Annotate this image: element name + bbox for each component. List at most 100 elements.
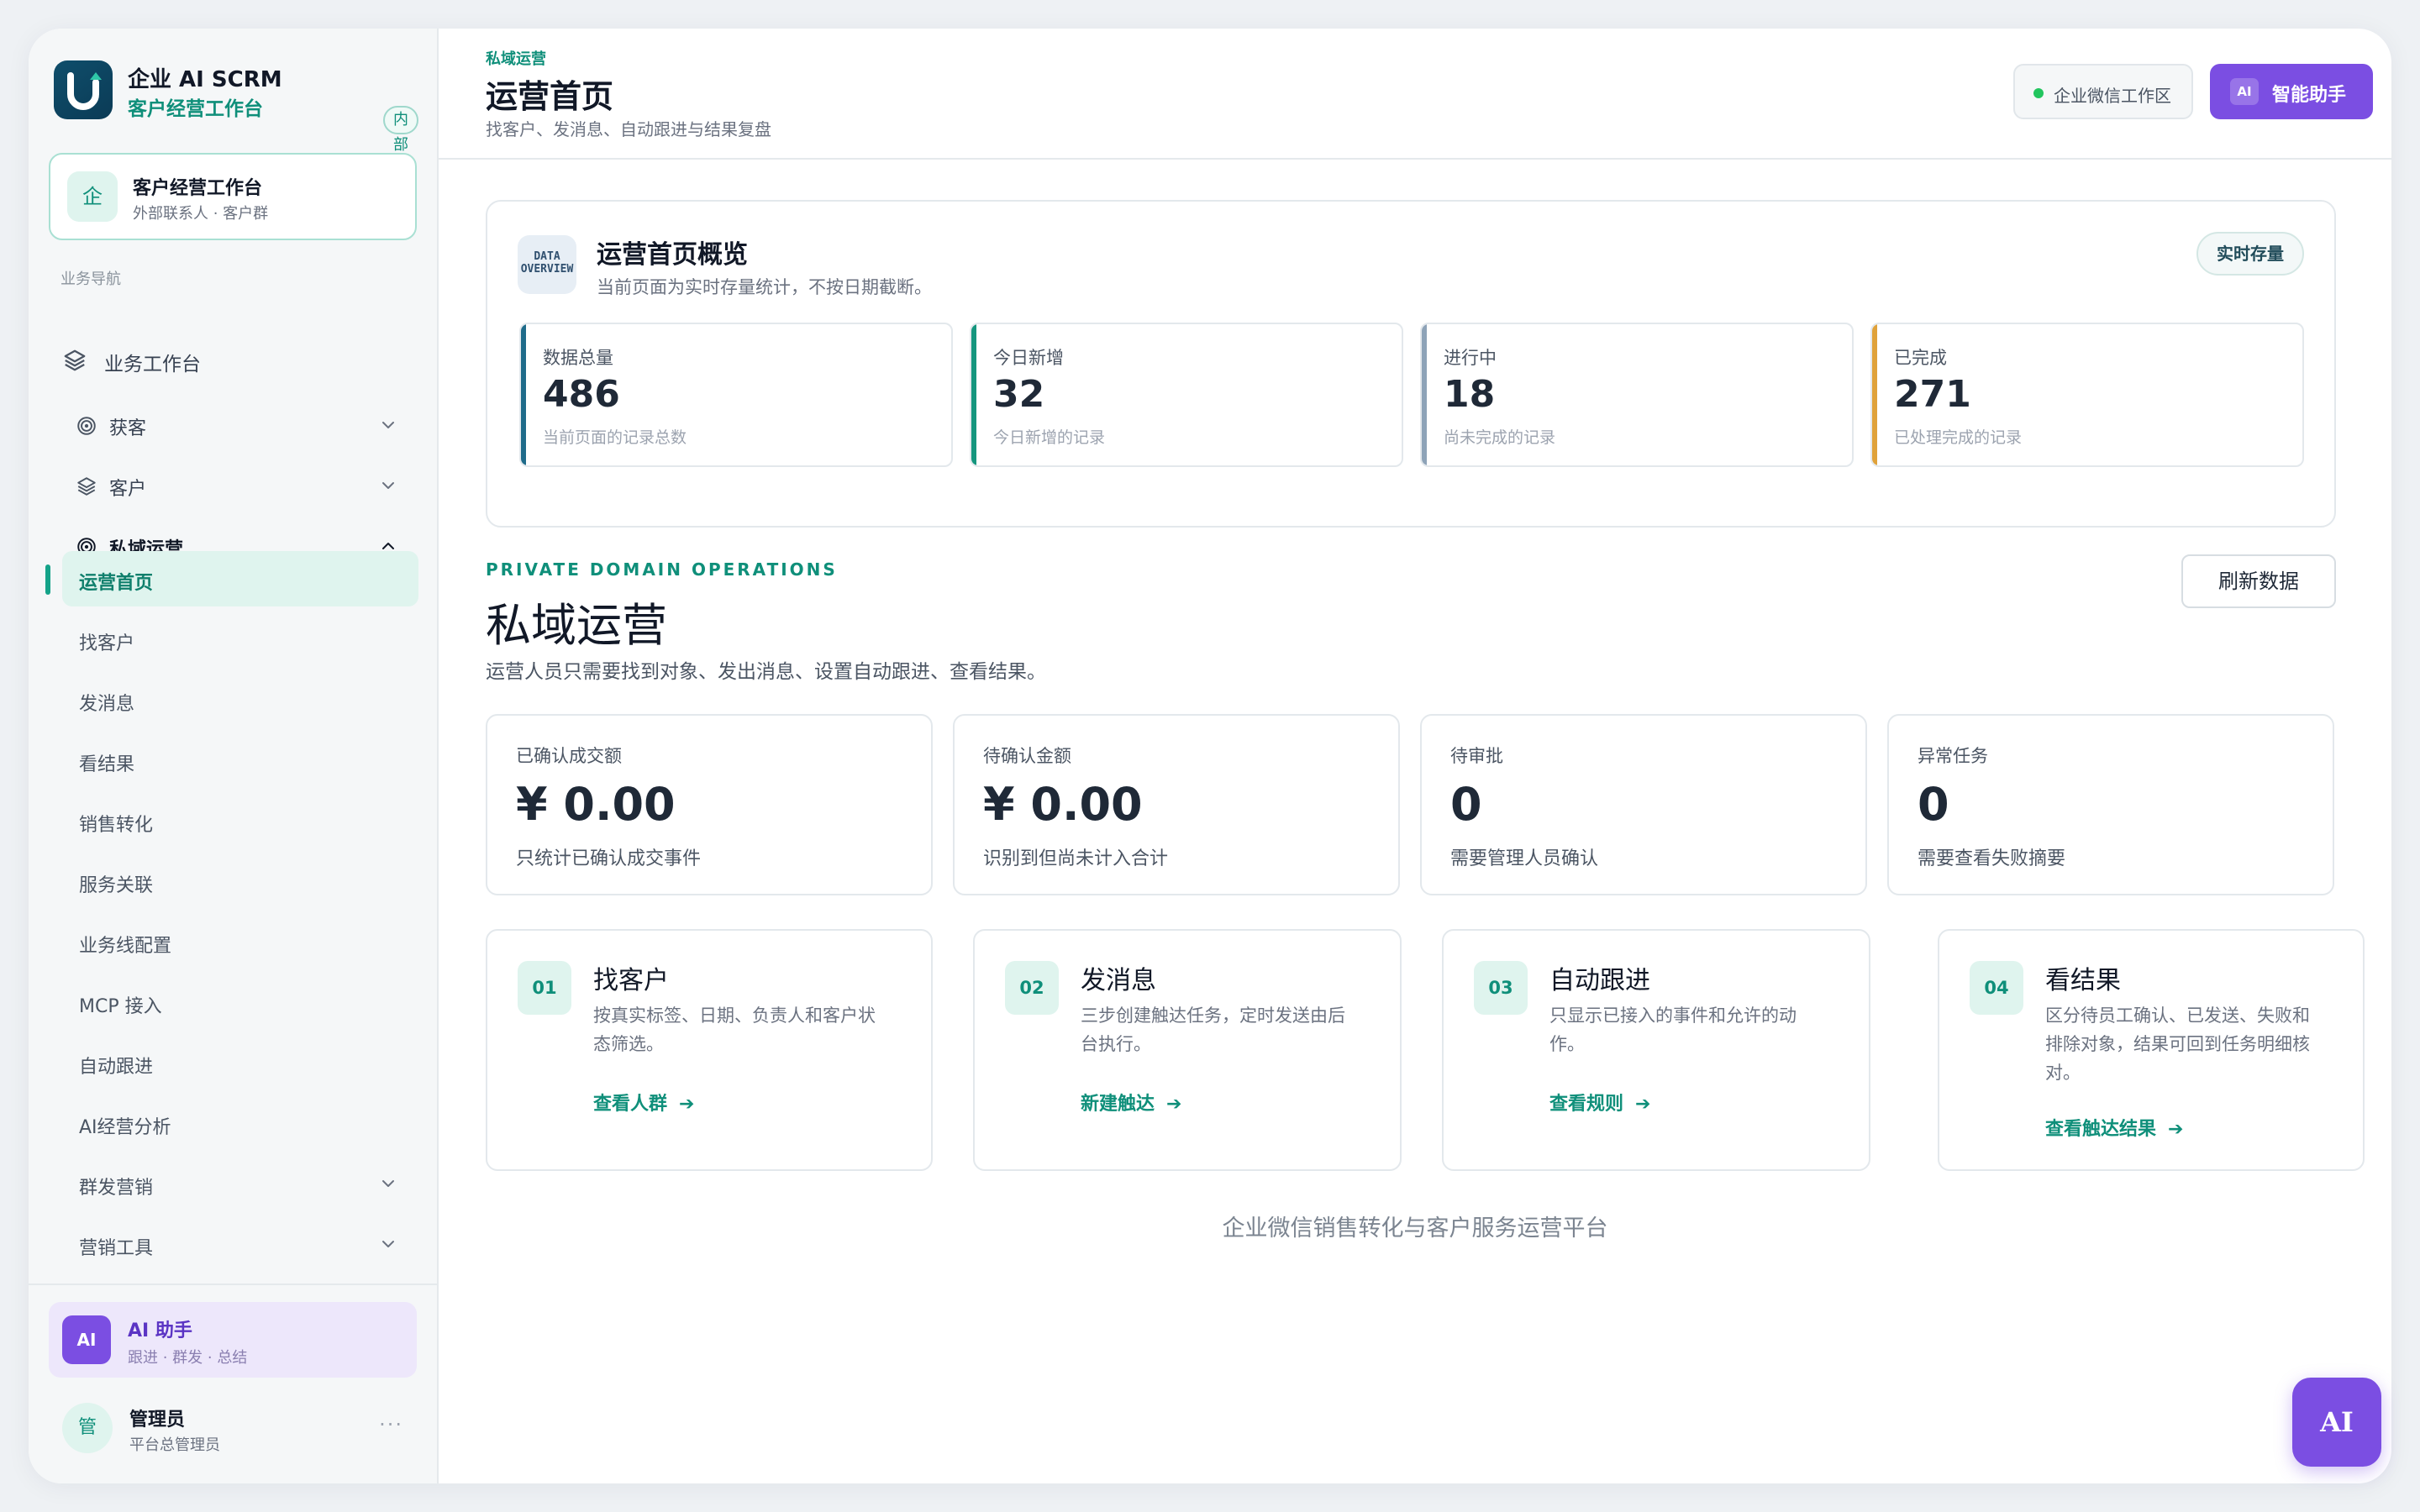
sidebar-item-label: 群发营销 — [79, 1178, 154, 1199]
stat-note: 尚未完成的记录 — [1444, 428, 1556, 447]
layers-icon — [77, 477, 96, 496]
kpi-note: 只统计已确认成交事件 — [516, 848, 702, 869]
description-line: 对。 — [2045, 1063, 2081, 1083]
sidebar-item-find-customers[interactable]: 找客户 — [62, 612, 418, 667]
footer-text: 企业微信销售转化与客户服务运营平台 — [1222, 1215, 1608, 1242]
target-icon — [77, 417, 96, 435]
stat-value: 486 — [543, 373, 620, 416]
nav-section-label: 业务导航 — [60, 270, 121, 288]
overview-title: 运营首页概览 — [597, 240, 748, 270]
sidebar-group-acquisition[interactable]: 获客 — [62, 400, 415, 450]
view-audience-link[interactable]: 查看人群 ➔ — [593, 1089, 694, 1116]
description-line: 按真实标签、日期、负责人和客户状 — [593, 1005, 876, 1026]
more-options-icon[interactable]: ··· — [379, 1413, 403, 1436]
main-content: 私域运营 运营首页 找客户、发消息、自动跟进与结果复盘 企业微信工作区 AI 智… — [439, 29, 2391, 1483]
step-title: 看结果 — [2045, 966, 2121, 995]
chevron-down-icon — [382, 422, 394, 428]
link-label: 新建触达 — [1081, 1094, 1155, 1115]
stat-label: 今日新增 — [993, 348, 1064, 368]
description-line: 台执行。 — [1081, 1034, 1151, 1054]
kpi-label: 待确认金额 — [983, 746, 1071, 766]
stat-card-total: 数据总量 486 当前页面的记录总数 — [519, 323, 953, 467]
accent-bar — [971, 324, 976, 465]
sidebar-item-label: 找客户 — [79, 633, 135, 654]
sidebar-item-business-workbench[interactable]: 业务工作台 — [62, 334, 415, 385]
internal-badge: 内部 — [383, 106, 418, 154]
arrow-right-icon: ➔ — [679, 1094, 695, 1115]
link-label: 查看规则 — [1549, 1094, 1624, 1115]
realtime-chip[interactable]: 实时存量 — [2196, 232, 2304, 276]
new-outreach-link[interactable]: 新建触达 ➔ — [1081, 1089, 1181, 1116]
icon-text-line: DATA — [534, 250, 560, 263]
view-rules-link[interactable]: 查看规则 ➔ — [1549, 1089, 1650, 1116]
status-dot-icon — [2033, 88, 2044, 98]
sidebar-item-label: 服务关联 — [79, 875, 154, 896]
ai-floating-button[interactable]: AI — [2292, 1378, 2381, 1467]
stat-note: 今日新增的记录 — [993, 428, 1106, 447]
brand-name: 企业 AI SCRM — [128, 67, 282, 92]
description-line: 只显示已接入的事件和允许的动 — [1549, 1005, 1797, 1026]
stat-value: 32 — [993, 373, 1045, 416]
assistant-label: 智能助手 — [2272, 85, 2347, 106]
brand[interactable]: 企业 AI SCRM 客户经营工作台 内部 — [54, 60, 418, 154]
brand-logo-icon — [54, 60, 113, 119]
workspace-env-indicator[interactable]: 企业微信工作区 — [2013, 64, 2193, 119]
page-subtitle: 找客户、发消息、自动跟进与结果复盘 — [486, 119, 771, 139]
stat-label: 进行中 — [1444, 348, 1497, 368]
stat-note: 已处理完成的记录 — [1894, 428, 2023, 447]
sidebar-item-business-line-config[interactable]: 业务线配置 — [62, 914, 418, 969]
kpi-label: 异常任务 — [1918, 746, 1988, 766]
sidebar-item-ops-home[interactable]: 运营首页 — [62, 551, 418, 606]
sidebar-item-label: AI经营分析 — [79, 1117, 171, 1138]
brand-subtitle: 客户经营工作台 — [128, 98, 263, 120]
ai-assistant-card[interactable]: AI AI 助手 跟进 · 群发 · 总结 — [49, 1302, 417, 1378]
chevron-down-icon — [382, 1241, 394, 1247]
sidebar-item-service-link[interactable]: 服务关联 — [62, 853, 418, 909]
refresh-data-button[interactable]: 刷新数据 — [2181, 554, 2336, 608]
sidebar-item-view-results[interactable]: 看结果 — [62, 732, 418, 788]
chevron-down-icon — [382, 1180, 394, 1187]
link-label: 查看人群 — [593, 1094, 668, 1115]
active-indicator — [45, 564, 50, 595]
stat-label: 已完成 — [1894, 348, 1947, 368]
sidebar-item-marketing-tools[interactable]: 营销工具 — [62, 1216, 418, 1272]
stat-value: 271 — [1894, 373, 1971, 416]
layers-icon — [64, 349, 86, 371]
accent-bar — [1872, 324, 1877, 465]
step-description: 按真实标签、日期、负责人和客户状 态筛选。 — [593, 1001, 876, 1058]
sidebar-item-ai-analysis[interactable]: AI经营分析 — [62, 1095, 418, 1151]
sidebar-group-customers[interactable]: 客户 — [62, 460, 415, 511]
sidebar-item-label: 客户 — [109, 479, 147, 500]
stat-label: 数据总量 — [543, 348, 613, 368]
sidebar-item-auto-followup[interactable]: 自动跟进 — [62, 1035, 418, 1090]
section-eyebrow: PRIVATE DOMAIN OPERATIONS — [486, 559, 838, 580]
stat-card-completed: 已完成 271 已处理完成的记录 — [1870, 323, 2304, 467]
sidebar-item-mass-marketing[interactable]: 群发营销 — [62, 1156, 418, 1211]
kpi-value: 0 — [1450, 778, 1482, 831]
user-profile[interactable]: 管 管理员 平台总管理员 ··· — [49, 1394, 417, 1462]
sidebar-item-sales-conversion[interactable]: 销售转化 — [62, 793, 418, 848]
arrow-right-icon: ➔ — [2168, 1119, 2184, 1140]
step-card-send-messages: 02 发消息 三步创建触达任务，定时发送由后 台执行。 新建触达 ➔ — [973, 929, 1402, 1171]
ai-icon: AI — [62, 1315, 111, 1364]
data-overview-icon: DATA OVERVIEW — [518, 235, 576, 294]
sidebar-divider — [29, 1284, 439, 1285]
smart-assistant-button[interactable]: AI 智能助手 — [2210, 64, 2373, 119]
workspace-subtitle: 外部联系人 · 客户群 — [133, 205, 269, 223]
ai-card-subtitle: 跟进 · 群发 · 总结 — [128, 1349, 248, 1367]
arrow-right-icon: ➔ — [1635, 1094, 1651, 1115]
sidebar-item-send-messages[interactable]: 发消息 — [62, 672, 418, 727]
workspace-switcher[interactable]: 企 客户经营工作台 外部联系人 · 客户群 — [49, 153, 417, 240]
enterprise-icon: 企 — [67, 171, 118, 222]
user-role: 平台总管理员 — [129, 1436, 220, 1454]
app-window: 企业 AI SCRM 客户经营工作台 内部 企 客户经营工作台 外部联系人 · … — [29, 29, 2391, 1483]
sidebar-item-mcp-access[interactable]: MCP 接入 — [62, 974, 418, 1030]
view-outreach-results-link[interactable]: 查看触达结果 ➔ — [2045, 1114, 2183, 1141]
breadcrumb[interactable]: 私域运营 — [486, 47, 546, 69]
overview-card: DATA OVERVIEW 运营首页概览 当前页面为实时存量统计，不按日期截断。… — [486, 200, 2336, 528]
accent-bar — [1422, 324, 1427, 465]
description-line: 三步创建触达任务，定时发送由后 — [1081, 1005, 1345, 1026]
step-card-view-results: 04 看结果 区分待员工确认、已发送、失败和 排除对象，结果可回到任务明细核 对… — [1938, 929, 2365, 1171]
sidebar-item-label: 发消息 — [79, 694, 135, 715]
sidebar-item-label: MCP 接入 — [79, 996, 162, 1017]
